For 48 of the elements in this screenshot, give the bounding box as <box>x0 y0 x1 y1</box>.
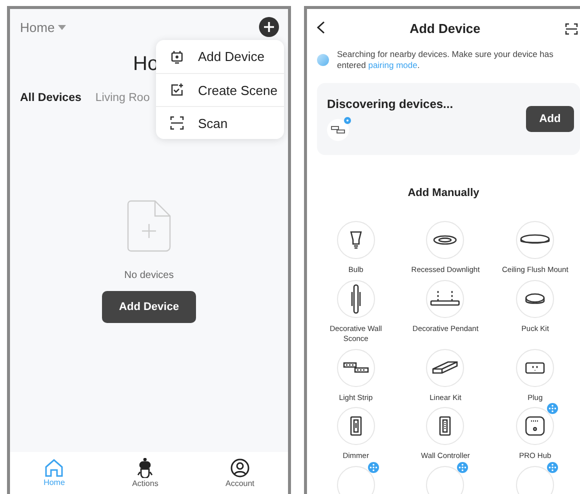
add-device-button[interactable]: Add Device <box>102 291 196 323</box>
empty-file-icon <box>127 200 171 252</box>
plus-icon <box>264 22 274 32</box>
scan-icon <box>170 116 184 130</box>
hub-icon <box>525 416 546 436</box>
device-type-button[interactable] <box>336 348 375 387</box>
account-icon <box>230 458 250 478</box>
empty-message: No devices <box>124 270 174 281</box>
found-device-icon <box>327 119 349 142</box>
device-type-button[interactable] <box>516 280 554 318</box>
nav-tab[interactable]: Actions <box>132 458 158 488</box>
device-type-button[interactable] <box>426 407 464 446</box>
menu-item[interactable]: Create Scene <box>156 73 284 106</box>
device-type-button[interactable] <box>426 280 464 318</box>
dimmer-switch-icon <box>350 416 362 436</box>
device-type-button[interactable] <box>336 221 375 260</box>
device-type-button[interactable] <box>336 407 375 446</box>
dropdown-icon <box>58 24 66 30</box>
device-type-button[interactable] <box>516 221 554 260</box>
scan-icon[interactable] <box>565 22 578 34</box>
wall-switch-icon <box>439 416 452 436</box>
add-button[interactable] <box>259 17 279 37</box>
device-type-button[interactable] <box>426 221 464 260</box>
pendant-light-icon <box>430 290 460 308</box>
section-title: Add Manually <box>406 186 480 202</box>
discovery-title: Discovering devices... <box>327 97 454 112</box>
wall-sconce-icon <box>350 284 362 314</box>
menu-item[interactable]: Scan <box>156 106 284 139</box>
device-icon <box>170 50 184 64</box>
home-icon <box>44 459 64 477</box>
plug-icon <box>525 362 546 374</box>
downlight-icon <box>433 233 458 248</box>
search-notice: Searching for nearby devices. Make sure your device has entered pairing mode. <box>337 49 554 72</box>
device-type-button[interactable] <box>426 348 464 387</box>
menu-item[interactable]: Add Device <box>156 40 284 73</box>
light-strip-icon <box>342 362 369 374</box>
robot-icon <box>135 458 156 478</box>
device-type-button[interactable] <box>516 348 554 387</box>
linear-light-icon <box>432 360 458 375</box>
searching-icon <box>317 54 329 66</box>
room-tab[interactable]: All Devices <box>20 92 82 104</box>
home-selector[interactable]: Home <box>20 20 55 34</box>
puck-light-icon <box>525 292 546 305</box>
nav-tab[interactable]: Account <box>226 458 254 488</box>
device-type-button[interactable] <box>336 280 375 318</box>
add-button[interactable]: Add <box>526 106 574 132</box>
scene-icon <box>170 83 184 97</box>
screen-title: Add Device <box>410 21 480 36</box>
